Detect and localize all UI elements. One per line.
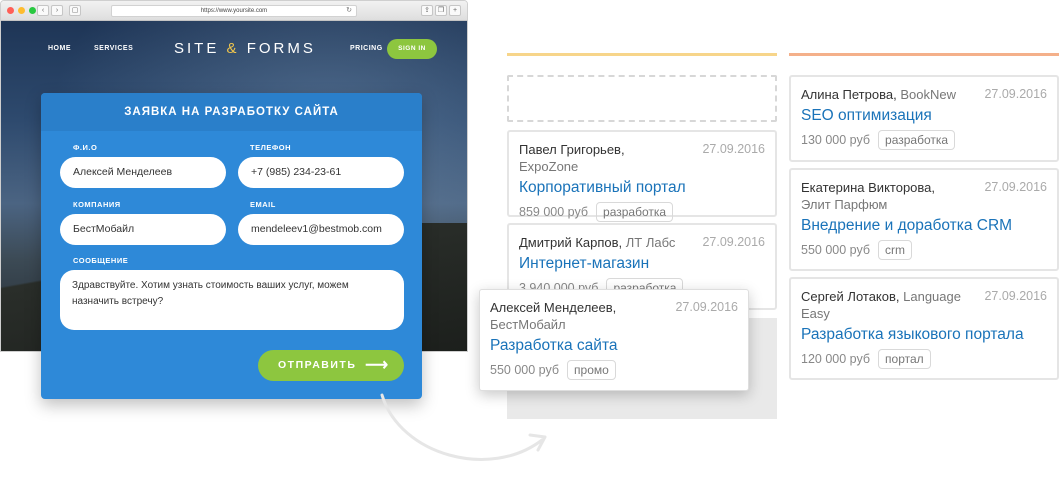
card-title[interactable]: Разработка сайта [490, 336, 738, 356]
card-footer: 859 000 руб разработка [519, 202, 765, 222]
submit-button[interactable]: ОТПРАВИТЬ ⟶ [258, 350, 404, 381]
name-label: Ф.И.О [73, 143, 98, 152]
card-person: Павел Григорьев [519, 142, 621, 157]
card-title[interactable]: Внедрение и доработка CRM [801, 216, 1047, 236]
column1-accent-bar [507, 53, 777, 56]
message-textarea[interactable]: Здравствуйте. Хотим узнать стоимость ваш… [60, 270, 404, 330]
browser-toolbar: ‹ › ▢ https://www.yoursite.com ↻ ⇪ ❐ + [1, 1, 467, 21]
card-date: 27.09.2016 [984, 289, 1047, 303]
card-person: Алексей Менделеев [490, 300, 613, 315]
logo-right: FORMS [246, 40, 316, 57]
card-company: ExpoZone [519, 159, 579, 174]
card-person: Екатерина Викторова [801, 180, 932, 195]
card-header: Сергей Лотаков, Language Easy 27.09.2016 [801, 289, 1047, 321]
browser-actions: ⇪ ❐ + [421, 5, 461, 16]
card-date: 27.09.2016 [702, 235, 765, 249]
request-form: ЗАЯВКА НА РАЗРАБОТКУ САЙТА Ф.И.О Алексей… [41, 93, 422, 399]
card-company: BookNew [900, 87, 956, 102]
logo-left: SITE [174, 40, 220, 57]
form-title: ЗАЯВКА НА РАЗРАБОТКУ САЙТА [41, 93, 422, 131]
card-title[interactable]: SEO оптимизация [801, 106, 1047, 126]
tabs-icon[interactable]: ❐ [435, 5, 447, 16]
card-price: 550 000 руб [490, 363, 560, 377]
card-tag[interactable]: разработка [596, 202, 674, 222]
card-header: Алексей Менделеев, БестМобайл 27.09.2016 [490, 300, 738, 332]
deal-card[interactable]: Алина Петрова, BookNew 27.09.2016 SEO оп… [789, 75, 1059, 162]
deal-card[interactable]: Павел Григорьев, ExpoZone 27.09.2016 Кор… [507, 130, 777, 222]
card-footer: 550 000 руб промо [490, 360, 738, 380]
card-footer: 120 000 руб портал [801, 349, 1047, 369]
email-field[interactable]: mendeleev1@bestmob.com [238, 214, 404, 245]
submit-label: ОТПРАВИТЬ [278, 359, 357, 371]
site-logo[interactable]: SITE & FORMS [174, 40, 316, 57]
reload-icon[interactable]: ↻ [346, 6, 352, 16]
card-company: ЛТ Лабс [625, 235, 676, 250]
card-tag[interactable]: разработка [878, 130, 956, 150]
phone-label: ТЕЛЕФОН [250, 143, 291, 152]
card-header: Дмитрий Карпов, ЛТ Лабс 27.09.2016 [519, 235, 765, 250]
nav-pricing[interactable]: PRICING [350, 45, 383, 52]
stage: ‹ › ▢ https://www.yoursite.com ↻ ⇪ ❐ + H… [0, 0, 1060, 484]
window-controls [7, 7, 36, 14]
card-tag[interactable]: crm [878, 240, 913, 260]
card-header: Павел Григорьев, ExpoZone 27.09.2016 [519, 142, 765, 174]
card-price: 130 000 руб [801, 133, 871, 147]
empty-slot-placeholder [507, 75, 777, 122]
name-field[interactable]: Алексей Менделеев [60, 157, 226, 188]
dragging-deal-card[interactable]: Алексей Менделеев, БестМобайл 27.09.2016… [479, 289, 749, 391]
share-icon[interactable]: ⇪ [421, 5, 433, 16]
card-tag[interactable]: портал [878, 349, 931, 369]
card-company: Элит Парфюм [801, 197, 888, 212]
card-title[interactable]: Интернет-магазин [519, 254, 765, 274]
card-header: Алина Петрова, BookNew 27.09.2016 [801, 87, 1047, 102]
phone-field[interactable]: +7 (985) 234-23-61 [238, 157, 404, 188]
card-title[interactable]: Корпоративный портал [519, 178, 765, 198]
message-label: СООБЩЕНИЕ [73, 256, 129, 265]
company-field[interactable]: БестМобайл [60, 214, 226, 245]
minimize-window-dot[interactable] [18, 7, 25, 14]
card-date: 27.09.2016 [984, 180, 1047, 194]
forward-icon[interactable]: › [51, 5, 63, 16]
new-tab-icon[interactable]: + [449, 5, 461, 16]
card-person: Дмитрий Карпов [519, 235, 619, 250]
card-person: Сергей Лотаков [801, 289, 896, 304]
sign-in-button[interactable]: SIGN IN [387, 39, 437, 59]
column2-accent-bar [789, 53, 1059, 56]
history-buttons: ‹ › [37, 5, 63, 16]
card-company: БестМобайл [490, 317, 566, 332]
close-window-dot[interactable] [7, 7, 14, 14]
maximize-window-dot[interactable] [29, 7, 36, 14]
sidebar-icon[interactable]: ▢ [69, 5, 81, 16]
card-header: Екатерина Викторова, Элит Парфюм 27.09.2… [801, 180, 1047, 212]
card-price: 550 000 руб [801, 243, 871, 257]
address-bar[interactable]: https://www.yoursite.com ↻ [111, 5, 357, 17]
company-label: КОМПАНИЯ [73, 200, 121, 209]
nav-home[interactable]: HOME [48, 45, 71, 52]
deal-card[interactable]: Сергей Лотаков, Language Easy 27.09.2016… [789, 277, 1059, 380]
email-label: EMAIL [250, 200, 276, 209]
card-person: Алина Петрова [801, 87, 894, 102]
card-price: 859 000 руб [519, 205, 589, 219]
card-tag[interactable]: промо [567, 360, 616, 380]
card-footer: 130 000 руб разработка [801, 130, 1047, 150]
card-date: 27.09.2016 [675, 300, 738, 314]
card-title[interactable]: Разработка языкового портала [801, 325, 1047, 345]
arrow-right-icon: ⟶ [365, 357, 388, 374]
url-text: https://www.yoursite.com [200, 8, 268, 14]
card-date: 27.09.2016 [702, 142, 765, 156]
site-nav: HOME SERVICES SITE & FORMS PRICING SIGN … [1, 39, 467, 63]
card-price: 120 000 руб [801, 352, 871, 366]
logo-amp: & [226, 40, 240, 57]
nav-services[interactable]: SERVICES [94, 45, 133, 52]
deal-card[interactable]: Екатерина Викторова, Элит Парфюм 27.09.2… [789, 168, 1059, 271]
card-date: 27.09.2016 [984, 87, 1047, 101]
back-icon[interactable]: ‹ [37, 5, 49, 16]
card-footer: 550 000 руб crm [801, 240, 1047, 260]
